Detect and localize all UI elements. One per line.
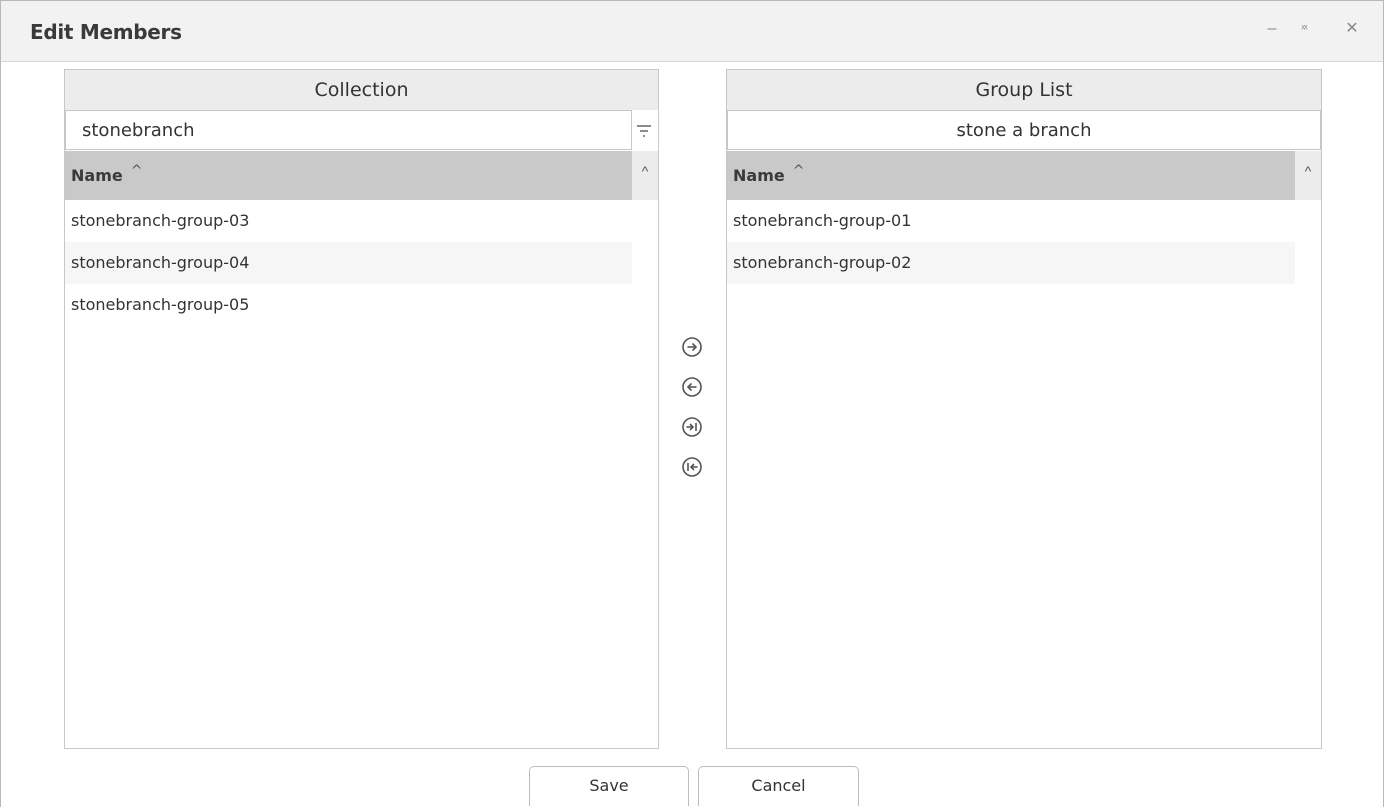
collection-row[interactable]: stonebranch-group-03	[65, 200, 632, 242]
collection-panel: Collection Name ^ ^ stonebranch-group-03 …	[64, 69, 659, 749]
group-list-row[interactable]: stonebranch-group-01	[727, 200, 1295, 242]
save-button[interactable]: Save	[529, 766, 689, 806]
cancel-button[interactable]: Cancel	[698, 766, 859, 806]
collection-filter-input[interactable]	[65, 110, 632, 150]
group-list-row[interactable]: stonebranch-group-02	[727, 242, 1295, 284]
group-list-panel: Group List Name ^ ^ stonebranch-group-01 …	[726, 69, 1322, 749]
collection-row[interactable]: stonebranch-group-04	[65, 242, 632, 284]
minimize-icon[interactable]: –	[1261, 18, 1283, 40]
collection-header: Collection	[65, 70, 658, 110]
collection-name-column[interactable]: Name ^	[71, 163, 143, 185]
collection-name-column-label: Name	[71, 166, 123, 185]
maximize-icon[interactable]: ˣˣ	[1293, 18, 1315, 40]
close-icon[interactable]: ✕	[1341, 18, 1363, 40]
filter-icon[interactable]	[635, 122, 653, 140]
group-list-header: Group List	[727, 70, 1321, 110]
collection-row[interactable]: stonebranch-group-05	[65, 284, 632, 326]
collection-scroll-up-icon[interactable]: ^	[632, 151, 658, 200]
move-right-icon[interactable]	[677, 332, 707, 362]
group-list-name-column-label: Name	[733, 166, 785, 185]
collection-grid-header: Name ^ ^	[65, 151, 658, 200]
group-list-scroll-up-icon[interactable]: ^	[1295, 151, 1321, 200]
group-list-rows: stonebranch-group-01 stonebranch-group-0…	[727, 200, 1295, 284]
dialog-title: Edit Members	[30, 20, 182, 44]
move-all-right-icon[interactable]	[677, 412, 707, 442]
title-bar: Edit Members – ˣˣ ✕	[1, 1, 1383, 62]
sort-ascending-icon: ^	[792, 163, 805, 179]
group-list-grid-header: Name ^ ^	[727, 151, 1321, 200]
group-list-filter-input[interactable]	[727, 110, 1321, 150]
edit-members-dialog: Edit Members – ˣˣ ✕ Collection Name ^ ^ s…	[0, 0, 1384, 807]
group-list-name-column[interactable]: Name ^	[733, 163, 805, 185]
move-left-icon[interactable]	[677, 372, 707, 402]
collection-rows: stonebranch-group-03 stonebranch-group-0…	[65, 200, 632, 326]
move-all-left-icon[interactable]	[677, 452, 707, 482]
sort-ascending-icon: ^	[130, 163, 143, 179]
